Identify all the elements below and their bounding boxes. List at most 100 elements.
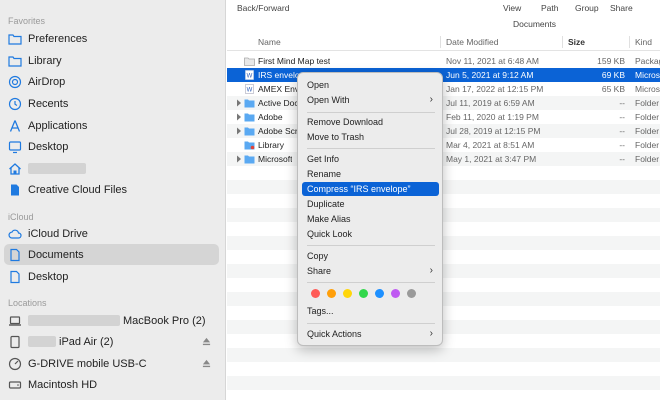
menu-item-share[interactable]: Share › [302,264,439,278]
eject-icon[interactable] [202,337,211,346]
empty-row [227,236,660,250]
cloud-icon [8,227,22,241]
menu-item-move-to-trash[interactable]: Move to Trash [302,130,439,144]
file-date: May 1, 2021 at 3:47 PM [446,154,537,164]
menu-item-label: Move to Trash [307,132,365,142]
sidebar-item-label: Documents [28,248,84,261]
menu-item-get-info[interactable]: Get Info [302,152,439,166]
menu-item-make-alias[interactable]: Make Alias [302,212,439,226]
menu-item-label: Rename [307,169,342,179]
file-date: Feb 11, 2020 at 1:19 PM [446,112,539,122]
disclosure-triangle-icon[interactable] [236,127,242,135]
table-row[interactable]: First Mind Map test Nov 11, 2021 at 6:48… [227,54,660,68]
laptop-icon [8,314,22,328]
sidebar-item-recents[interactable]: Recents [4,93,219,114]
menu-item-tags[interactable]: Tags... [302,304,439,318]
file-size: 69 KB [601,70,625,80]
menu-item-quick-look[interactable]: Quick Look [302,227,439,241]
disclosure-triangle-icon[interactable] [236,113,242,121]
sidebar-item-desktop[interactable]: Desktop [4,136,219,157]
menu-item-quick-actions[interactable]: Quick Actions › [302,327,439,341]
table-row[interactable]: Library Mar 4, 2021 at 8:51 AM -- Folder [227,138,660,152]
empty-row [227,194,660,208]
group-button[interactable]: Group [575,3,599,13]
chevron-right-icon: › [429,94,433,105]
sidebar-item-documents[interactable]: Documents [4,244,219,265]
tag-red[interactable] [311,289,320,298]
menu-item-duplicate[interactable]: Duplicate [302,197,439,211]
eject-icon[interactable] [202,359,211,368]
locked-folder-icon [244,141,255,150]
file-name: Library [258,140,284,150]
tag-yellow[interactable] [343,289,352,298]
column-divider[interactable] [440,36,441,48]
table-row[interactable]: Active Doc Jul 11, 2019 at 6:59 AM -- Fo… [227,96,660,110]
name-column-header[interactable]: Name [258,37,281,47]
document-icon [8,248,22,262]
menu-item-label: Get Info [307,154,340,164]
table-row-selected[interactable]: W IRS envelope Jun 5, 2021 at 9:12 AM 69… [227,68,660,82]
file-date: Nov 11, 2021 at 6:48 AM [446,56,539,66]
sidebar-item-library[interactable]: Library [4,50,219,71]
file-date: Jan 17, 2022 at 12:15 PM [446,84,544,94]
menu-item-label: Share [307,266,332,276]
menu-item-compress[interactable]: Compress “IRS envelope” [302,182,439,196]
sidebar-item-label: MacBook Pro (2) [123,314,206,327]
file-size: -- [619,154,625,164]
menu-item-label: Duplicate [307,199,345,209]
table-row[interactable]: Microsoft May 1, 2021 at 3:47 PM -- Fold… [227,152,660,166]
sidebar-item-macbook-pro[interactable]: MacBook Pro (2) [4,310,219,331]
menu-item-open[interactable]: Open [302,78,439,92]
path-button[interactable]: Path [541,3,559,13]
tag-gray[interactable] [407,289,416,298]
tag-purple[interactable] [391,289,400,298]
menu-item-label: Tags... [307,306,334,316]
file-size: -- [619,112,625,122]
kind-column-header[interactable]: Kind [635,37,652,47]
sidebar-item-home[interactable] [4,158,219,179]
sidebar-item-icloud-desktop[interactable]: Desktop [4,266,219,287]
back-forward-button[interactable]: Back/Forward [237,3,289,13]
tag-blue[interactable] [375,289,384,298]
file-browser: Back/Forward View Path Group Share Docum… [227,0,660,400]
menu-separator [307,112,435,113]
menu-item-copy[interactable]: Copy [302,249,439,263]
sidebar-item-airdrop[interactable]: AirDrop [4,71,219,92]
sidebar-item-label: Recents [28,97,69,110]
table-row[interactable]: Adobe Feb 11, 2020 at 1:19 PM -- Folder [227,110,660,124]
menu-item-open-with[interactable]: Open With › [302,93,439,107]
disclosure-triangle-icon[interactable] [236,155,242,163]
sidebar-item-icloud-drive[interactable]: iCloud Drive [4,223,219,244]
file-name: AMEX Env [258,84,300,94]
disclosure-triangle-icon[interactable] [236,99,242,107]
empty-row [227,292,660,306]
tag-green[interactable] [359,289,368,298]
tag-orange[interactable] [327,289,336,298]
menu-separator [307,282,435,283]
view-button[interactable]: View [503,3,521,13]
column-header: Name Date Modified Size Kind [227,33,660,51]
menu-item-remove-download[interactable]: Remove Download [302,115,439,129]
column-divider[interactable] [629,36,630,48]
date-column-header[interactable]: Date Modified [446,37,498,47]
folder-icon [8,54,22,68]
sidebar-item-label: G-DRIVE mobile USB-C [28,357,147,370]
empty-row [227,320,660,334]
sidebar-item-g-drive[interactable]: G-DRIVE mobile USB-C [4,353,219,374]
menu-item-rename[interactable]: Rename [302,167,439,181]
file-name: Adobe [258,112,283,122]
empty-row [227,362,660,376]
table-row[interactable]: Adobe Scr Jul 28, 2019 at 12:15 PM -- Fo… [227,124,660,138]
sidebar-item-applications[interactable]: Applications [4,115,219,136]
sidebar-item-macintosh-hd[interactable]: Macintosh HD [4,374,219,395]
package-icon [244,57,255,66]
file-kind: Folder [635,126,660,136]
share-button[interactable]: Share [610,3,633,13]
size-column-header[interactable]: Size [568,37,585,47]
column-divider[interactable] [562,36,563,48]
menu-separator [307,323,435,324]
sidebar-item-preferences[interactable]: Preferences [4,28,219,49]
sidebar-item-creative-cloud-files[interactable]: Creative Cloud Files [4,179,219,200]
table-row[interactable]: W AMEX Env Jan 17, 2022 at 12:15 PM 65 K… [227,82,660,96]
sidebar-item-ipad-air[interactable]: iPad Air (2) [4,331,219,352]
